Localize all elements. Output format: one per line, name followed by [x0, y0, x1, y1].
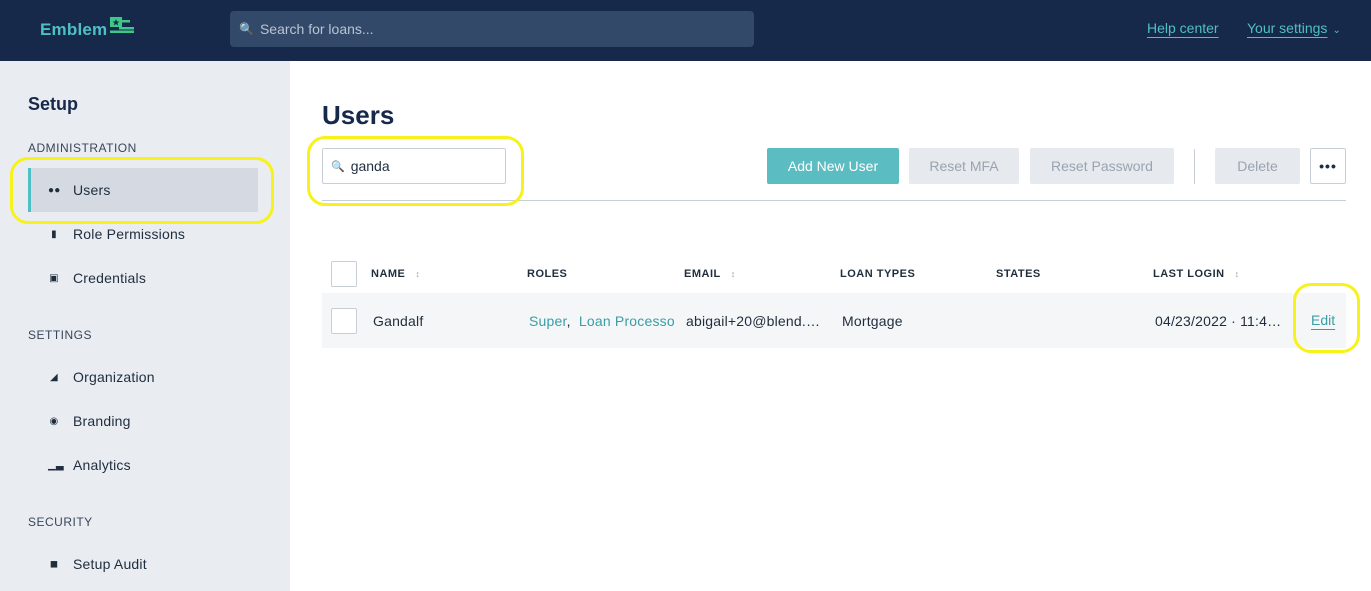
- sidebar-item-branding[interactable]: ◉ Branding: [28, 399, 258, 443]
- palette-icon: ◉: [49, 415, 59, 427]
- edit-user-link[interactable]: Edit: [1311, 312, 1335, 328]
- chevron-down-icon: ⌄: [1332, 25, 1341, 36]
- row-select-checkbox[interactable]: [331, 308, 357, 334]
- section-label-administration: ADMINISTRATION: [28, 141, 137, 155]
- sidebar-item-credentials[interactable]: ▣ Credentials: [28, 256, 258, 300]
- user-filter-field[interactable]: 🔍: [322, 148, 506, 184]
- column-header-loan-types: LOAN TYPES: [840, 268, 916, 280]
- logo-text: Emblem: [40, 20, 108, 39]
- sidebar-item-users[interactable]: ●● Users: [28, 168, 258, 212]
- search-icon: 🔍: [239, 22, 254, 36]
- loan-search-input[interactable]: [259, 21, 740, 37]
- your-settings-menu[interactable]: Your settings ⌄: [1247, 20, 1341, 36]
- sidebar-item-label: Role Permissions: [73, 226, 186, 242]
- your-settings-label: Your settings: [1247, 20, 1328, 36]
- last-login-cell: 04/23/2022 · 11:4…: [1155, 313, 1282, 329]
- sort-icon[interactable]: ↕: [1235, 269, 1240, 279]
- sidebar-item-organization[interactable]: ◢ Organization: [28, 355, 258, 399]
- column-header-label: EMAIL: [684, 268, 721, 280]
- column-header-roles: ROLES: [527, 268, 568, 280]
- help-center-link[interactable]: Help center: [1147, 20, 1219, 36]
- lock-icon: ▮: [51, 228, 57, 240]
- reset-password-button[interactable]: Reset Password: [1030, 148, 1174, 184]
- loan-search-bar[interactable]: 🔍: [230, 11, 754, 47]
- column-header-email[interactable]: EMAIL ↕: [684, 268, 736, 280]
- user-filter-input[interactable]: [350, 158, 501, 174]
- more-options-button[interactable]: •••: [1310, 148, 1346, 184]
- sidebar-item-label: Organization: [73, 369, 155, 385]
- building-icon: ◢: [50, 371, 58, 383]
- reset-mfa-button[interactable]: Reset MFA: [909, 148, 1019, 184]
- sort-icon[interactable]: ↕: [415, 269, 420, 279]
- search-icon: 🔍: [331, 160, 345, 173]
- column-header-name[interactable]: NAME ↕: [371, 268, 420, 280]
- column-header-label: LAST LOGIN: [1153, 268, 1225, 280]
- column-header-states: STATES: [996, 268, 1041, 280]
- section-label-settings: SETTINGS: [28, 328, 93, 342]
- sidebar-item-setup-audit[interactable]: ◼ Setup Audit: [28, 542, 258, 586]
- delete-button[interactable]: Delete: [1215, 148, 1300, 184]
- users-icon: ●●: [48, 184, 61, 196]
- sidebar-item-label: Branding: [73, 413, 131, 429]
- add-new-user-button[interactable]: Add New User: [767, 148, 899, 184]
- sidebar-item-role-permissions[interactable]: ▮ Role Permissions: [28, 212, 258, 256]
- role-link-loan-processor[interactable]: Loan Processor: [579, 313, 675, 329]
- page-title: Users: [322, 100, 395, 130]
- top-navigation-bar: Emblem 🔍 Help center Your settings ⌄: [0, 0, 1371, 61]
- column-header-last-login[interactable]: LAST LOGIN ↕: [1153, 268, 1240, 280]
- user-name-cell: Gandalf: [373, 313, 424, 329]
- sidebar-item-analytics[interactable]: ▁▃ Analytics: [28, 443, 258, 487]
- sidebar-item-label: Analytics: [73, 457, 131, 473]
- role-separator: ,: [566, 313, 579, 329]
- id-card-icon: ▣: [49, 272, 59, 284]
- setup-sidebar: Setup ADMINISTRATION ●● Users ▮ Role Per…: [0, 61, 290, 591]
- email-cell: abigail+20@blend.…: [686, 313, 821, 329]
- toolbar-separator: [322, 200, 1346, 201]
- bar-chart-icon: ▁▃: [48, 459, 64, 471]
- sidebar-item-label: Setup Audit: [73, 556, 147, 572]
- sidebar-title: Setup: [28, 94, 79, 114]
- role-link-super[interactable]: Super: [529, 313, 567, 329]
- sidebar-item-label: Credentials: [73, 270, 147, 286]
- column-header-label: NAME: [371, 268, 406, 280]
- roles-cell: Super, Loan Processor: [529, 313, 675, 329]
- audit-icon: ◼: [49, 558, 59, 570]
- sidebar-item-label: Users: [73, 182, 111, 198]
- sort-icon[interactable]: ↕: [731, 269, 736, 279]
- section-label-security: SECURITY: [28, 515, 93, 529]
- select-all-checkbox[interactable]: [331, 261, 357, 287]
- logo-flag-icon: [108, 15, 136, 39]
- loan-types-cell: Mortgage: [842, 313, 903, 329]
- emblem-logo[interactable]: Emblem: [40, 17, 136, 43]
- toolbar-divider: [1194, 149, 1195, 184]
